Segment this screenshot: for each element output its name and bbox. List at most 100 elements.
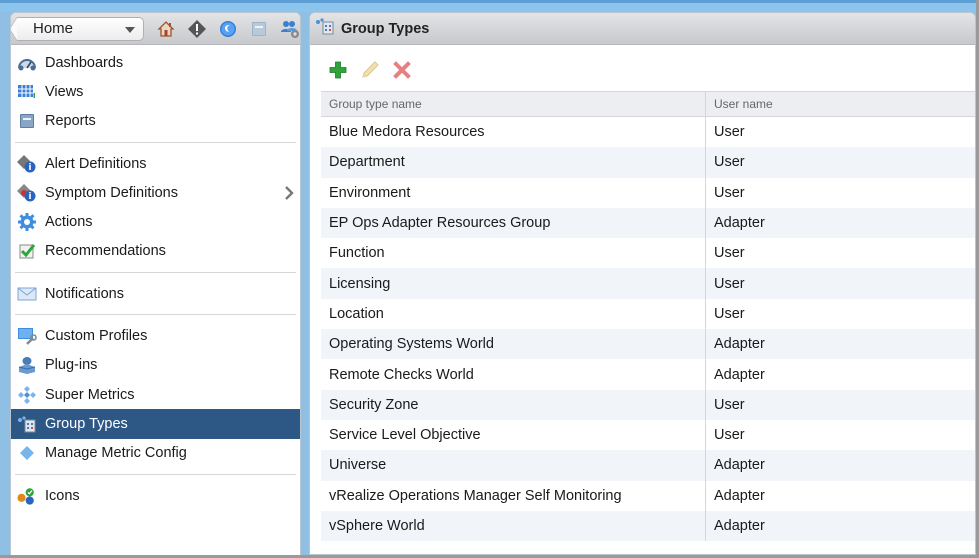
reports-icon [17,111,37,131]
left-navigation-panel: Home Dashboards Views Reports Alert Defi… [10,12,301,558]
table-row[interactable]: Operating Systems World Adapter [321,329,975,360]
home-dropdown-value: Home [33,20,74,37]
nav-item-reports[interactable]: Reports [11,107,300,136]
cell-group-type-name: Blue Medora Resources [321,117,706,148]
edit-button[interactable] [360,60,380,80]
cell-group-type-name: Universe [321,450,706,481]
cell-user-name: User [714,245,745,262]
nav-item-super-metrics[interactable]: Super Metrics [11,380,300,409]
views-icon [17,82,37,102]
nav-item-label: Dashboards [45,54,124,71]
nav-item-label: Actions [45,214,93,231]
nav-divider [15,314,296,316]
group-types-icon [17,414,37,434]
nav-item-actions[interactable]: Actions [11,207,300,236]
alert-definitions-icon [17,154,37,174]
dashboards-icon [17,53,37,73]
cell-group-type-name: Service Level Objective [321,419,706,451]
alert-icon[interactable] [187,19,207,39]
home-dropdown[interactable]: Home [11,16,144,41]
nav-divider [15,473,296,475]
nav-item-views[interactable]: Views [11,77,300,106]
custom-profiles-icon [17,326,37,346]
table-row[interactable]: EP Ops Adapter Resources Group Adapter [321,207,975,239]
cell-user-name: Adapter [714,215,765,232]
cell-group-type-name: vRealize Operations Manager Self Monitor… [321,480,706,511]
nav-item-label: Symptom Definitions [45,184,178,201]
nav-item-notifications[interactable]: Notifications [11,279,300,308]
table-row[interactable]: Department User [321,147,975,178]
navigation-list: Dashboards Views Reports Alert Definitio… [11,45,300,510]
table-row[interactable]: Remote Checks World Adapter [321,359,975,390]
cell-group-type-name: EP Ops Adapter Resources Group [321,207,706,239]
header-icon-bar [156,19,300,39]
delete-button[interactable] [392,60,412,80]
pencil-icon [362,61,379,78]
nav-item-dashboards[interactable]: Dashboards [11,48,300,77]
cell-user-name: User [714,184,745,201]
chevron-down-icon [125,26,135,33]
cell-user-name: Adapter [714,518,765,534]
nav-item-label: Plug-ins [45,357,98,374]
administration-icon[interactable] [280,19,300,39]
table-row[interactable]: Service Level Objective User [321,419,975,451]
actions-icon [17,212,37,232]
column-header-user-name[interactable]: User name [706,92,975,116]
nav-item-label: Views [45,83,84,100]
plug-ins-icon [17,355,37,375]
group-types-panel: Group Types Group type name User name Bl… [309,12,976,555]
table-header: Group type name User name [321,91,975,117]
nav-item-plug-ins[interactable]: Plug-ins [11,351,300,380]
cell-group-type-name: Function [321,238,706,269]
symptom-definitions-icon [17,183,37,203]
icons-icon [17,486,37,506]
notifications-icon [17,284,37,304]
column-header-group-type-name[interactable]: Group type name [321,92,706,116]
table-row[interactable]: Location User [321,298,975,330]
home-icon[interactable] [156,19,176,39]
nav-item-symptom-definitions[interactable]: Symptom Definitions [11,178,300,207]
cell-user-name: User [714,427,745,444]
manage-metric-config-icon [17,443,37,463]
nav-item-icons[interactable]: Icons [11,481,300,510]
cell-group-type-name: Department [321,147,706,178]
left-panel-header: Home [11,13,300,45]
plus-icon [329,61,347,79]
table-body: Blue Medora Resources User Department User… [321,117,975,542]
nav-item-label: Notifications [45,285,124,302]
table-row[interactable]: vSphere World Adapter [321,510,975,542]
nav-divider [15,272,296,274]
table-row[interactable]: Function User [321,238,975,269]
environment-globe-icon[interactable] [218,19,238,39]
nav-item-label: Recommendations [45,243,166,260]
nav-item-custom-profiles[interactable]: Custom Profiles [11,321,300,350]
nav-item-group-types[interactable]: Group Types [11,409,300,439]
cell-user-name: Adapter [714,366,765,383]
content-icon[interactable] [249,19,269,39]
group-types-table: Group type name User name Blue Medora Re… [321,91,975,542]
table-row[interactable]: Universe Adapter [321,450,975,481]
table-row[interactable]: Security Zone User [321,389,975,420]
table-row[interactable]: Environment User [321,177,975,208]
panel-header: Group Types [310,13,975,45]
table-row[interactable]: Licensing User [321,268,975,299]
table-row[interactable]: vRealize Operations Manager Self Monitor… [321,480,975,511]
cell-user-name: Adapter [714,487,765,504]
window-top-strip [0,0,979,12]
chevron-right-icon[interactable] [284,185,294,205]
page-title: Group Types [341,20,430,37]
cell-user-name: User [714,396,745,413]
nav-item-label: Alert Definitions [45,155,147,172]
table-row[interactable]: Blue Medora Resources User [321,117,975,148]
cell-group-type-name: Security Zone [321,389,706,420]
nav-item-alert-definitions[interactable]: Alert Definitions [11,149,300,178]
nav-item-label: Manage Metric Config [45,445,187,462]
nav-item-manage-metric-config[interactable]: Manage Metric Config [11,439,300,468]
cell-user-name: Adapter [714,336,765,353]
nav-item-recommendations[interactable]: Recommendations [11,237,300,266]
cell-group-type-name: vSphere World [321,510,706,542]
nav-item-label: Group Types [45,415,128,432]
super-metrics-icon [17,385,37,405]
add-button[interactable] [328,60,348,80]
cell-group-type-name: Environment [321,177,706,208]
